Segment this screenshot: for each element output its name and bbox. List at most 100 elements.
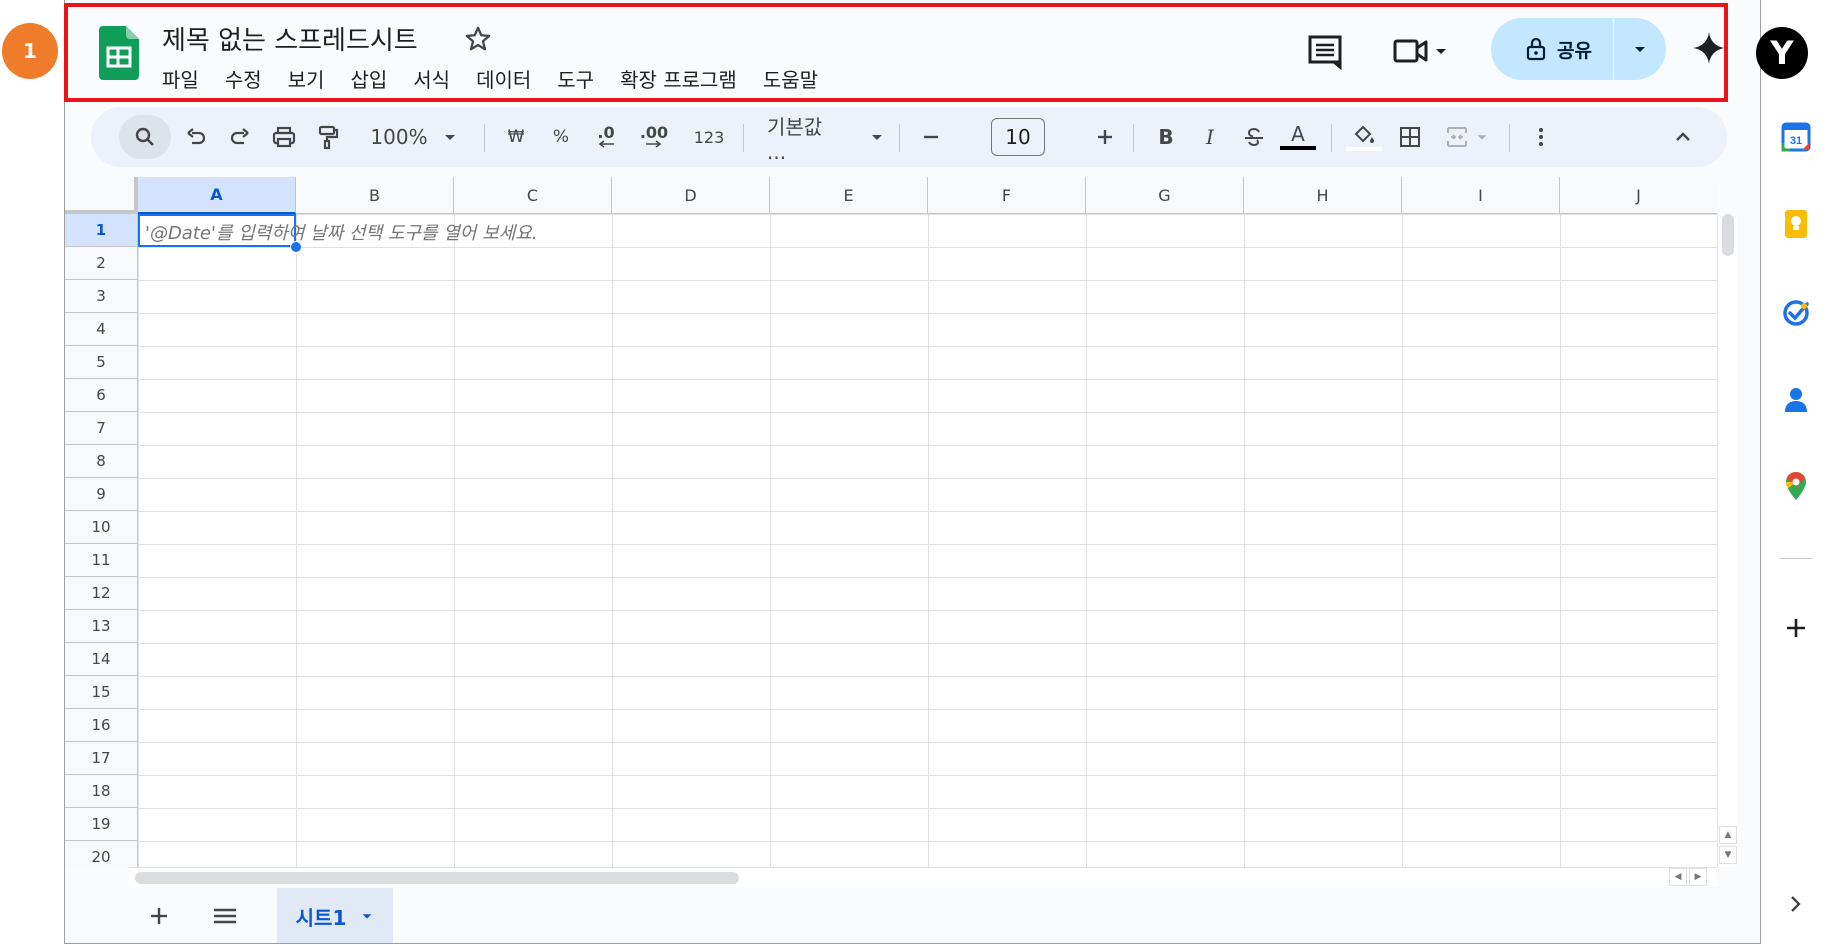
undo-button[interactable] [175,107,217,167]
maps-icon[interactable] [1780,470,1812,502]
increase-font-size-button[interactable] [1085,107,1125,167]
fill-handle[interactable] [290,241,302,253]
row-header[interactable]: 12 [65,577,138,610]
row-header[interactable]: 4 [65,313,138,346]
column-header[interactable]: B [296,177,454,214]
column-header[interactable]: E [770,177,928,214]
borders-button[interactable] [1389,107,1431,167]
column-header[interactable]: D [612,177,770,214]
comment-icon[interactable] [1305,32,1345,70]
chevron-down-icon[interactable] [360,909,374,923]
share-button[interactable]: 공유 [1491,18,1666,80]
number-format-button[interactable]: 123 [685,107,733,167]
avatar[interactable]: Y [1756,27,1808,79]
row-header[interactable]: 2 [65,247,138,280]
column-header[interactable]: I [1402,177,1560,214]
contacts-icon[interactable] [1780,384,1812,416]
menu-view[interactable]: 보기 [275,62,338,95]
column-header[interactable]: H [1244,177,1402,214]
row-header[interactable]: 15 [65,676,138,709]
scroll-left-arrow[interactable]: ◀ [1669,868,1687,886]
horizontal-scrollbar[interactable]: ◀ ▶ [129,867,1717,887]
column-header[interactable]: F [928,177,1086,214]
font-select[interactable]: 기본값 ... [755,107,885,167]
column-header[interactable]: G [1086,177,1244,214]
star-icon[interactable] [463,24,493,54]
bold-button[interactable]: B [1145,107,1187,167]
menu-insert[interactable]: 삽입 [337,62,400,95]
font-size-input[interactable]: 10 [991,118,1045,156]
row-header[interactable]: 10 [65,511,138,544]
merge-cells-icon [1447,127,1467,147]
scroll-down-arrow[interactable]: ▼ [1719,846,1737,864]
row-header[interactable]: 14 [65,643,138,676]
menu-tools[interactable]: 도구 [544,62,607,95]
paint-format-button[interactable] [307,107,349,167]
spreadsheet-window: 제목 없는 스프레드시트 파일 수정 보기 삽입 서식 데이터 도구 확장 프로… [64,0,1761,944]
row-header[interactable]: 1 [65,214,138,247]
sheet-tab[interactable]: 시트1 [277,888,393,943]
menu-data[interactable]: 데이터 [463,62,544,95]
redo-button[interactable] [219,107,261,167]
hide-menus-button[interactable] [1661,107,1705,167]
row-header[interactable]: 3 [65,280,138,313]
decrease-decimal-button[interactable]: .0 [585,107,627,167]
zoom-select[interactable]: 100% [359,107,469,167]
italic-button[interactable]: I [1189,107,1231,167]
menu-help[interactable]: 도움말 [750,62,831,95]
scroll-right-arrow[interactable]: ▶ [1689,868,1707,886]
row-header[interactable]: 7 [65,412,138,445]
menu-edit[interactable]: 수정 [212,62,275,95]
menu-bar: 파일 수정 보기 삽입 서식 데이터 도구 확장 프로그램 도움말 [162,62,831,95]
text-color-letter: A [1291,122,1305,146]
column-header[interactable]: C [454,177,612,214]
doc-title[interactable]: 제목 없는 스프레드시트 [162,20,418,57]
cells-area[interactable] [138,214,1717,867]
row-header[interactable]: 9 [65,478,138,511]
menu-file[interactable]: 파일 [162,62,212,95]
add-addon-plus-icon[interactable] [1780,612,1812,644]
all-sheets-menu-icon[interactable] [209,900,241,932]
scroll-up-arrow[interactable]: ▲ [1719,826,1737,844]
row-header[interactable]: 18 [65,775,138,808]
chevron-down-icon [1477,135,1487,140]
strikethrough-button[interactable] [1233,107,1275,167]
sheets-logo-icon[interactable] [99,26,139,80]
menu-format[interactable]: 서식 [400,62,463,95]
meet-button[interactable] [1391,32,1467,70]
row-header[interactable]: 5 [65,346,138,379]
add-sheet-plus-icon[interactable] [143,900,175,932]
row-header[interactable]: 16 [65,709,138,742]
keep-notes-icon[interactable] [1780,208,1812,240]
row-header[interactable]: 20 [65,841,138,867]
currency-format-button[interactable]: ₩ [496,107,536,167]
search-menus-button[interactable] [119,107,171,167]
calendar-icon[interactable]: 31 [1780,121,1812,153]
share-main[interactable]: 공유 [1491,18,1613,80]
column-header[interactable]: A [138,177,296,214]
menu-extensions[interactable]: 확장 프로그램 [607,62,750,95]
increase-decimal-button[interactable]: .00 [631,107,677,167]
row-header[interactable]: 11 [65,544,138,577]
row-header[interactable]: 6 [65,379,138,412]
tasks-icon[interactable] [1780,296,1812,328]
select-all-corner[interactable] [65,177,138,214]
row-header[interactable]: 8 [65,445,138,478]
row-header[interactable]: 17 [65,742,138,775]
text-color-button[interactable]: A [1277,107,1319,167]
gemini-sparkle-icon[interactable] [1691,30,1727,66]
merge-cells-button[interactable] [1435,107,1499,167]
chevron-right-icon[interactable] [1780,888,1812,920]
fill-color-button[interactable] [1343,107,1385,167]
vertical-scrollbar[interactable]: ▲ ▼ [1717,214,1737,867]
row-header[interactable]: 19 [65,808,138,841]
share-dropdown[interactable] [1614,18,1666,80]
percent-format-button[interactable]: % [541,107,581,167]
vertical-scroll-thumb[interactable] [1722,214,1734,256]
decrease-font-size-button[interactable] [911,107,951,167]
column-header[interactable]: J [1560,177,1717,214]
more-options-button[interactable] [1521,107,1561,167]
print-button[interactable] [263,107,305,167]
row-header[interactable]: 13 [65,610,138,643]
horizontal-scroll-thumb[interactable] [135,872,739,884]
